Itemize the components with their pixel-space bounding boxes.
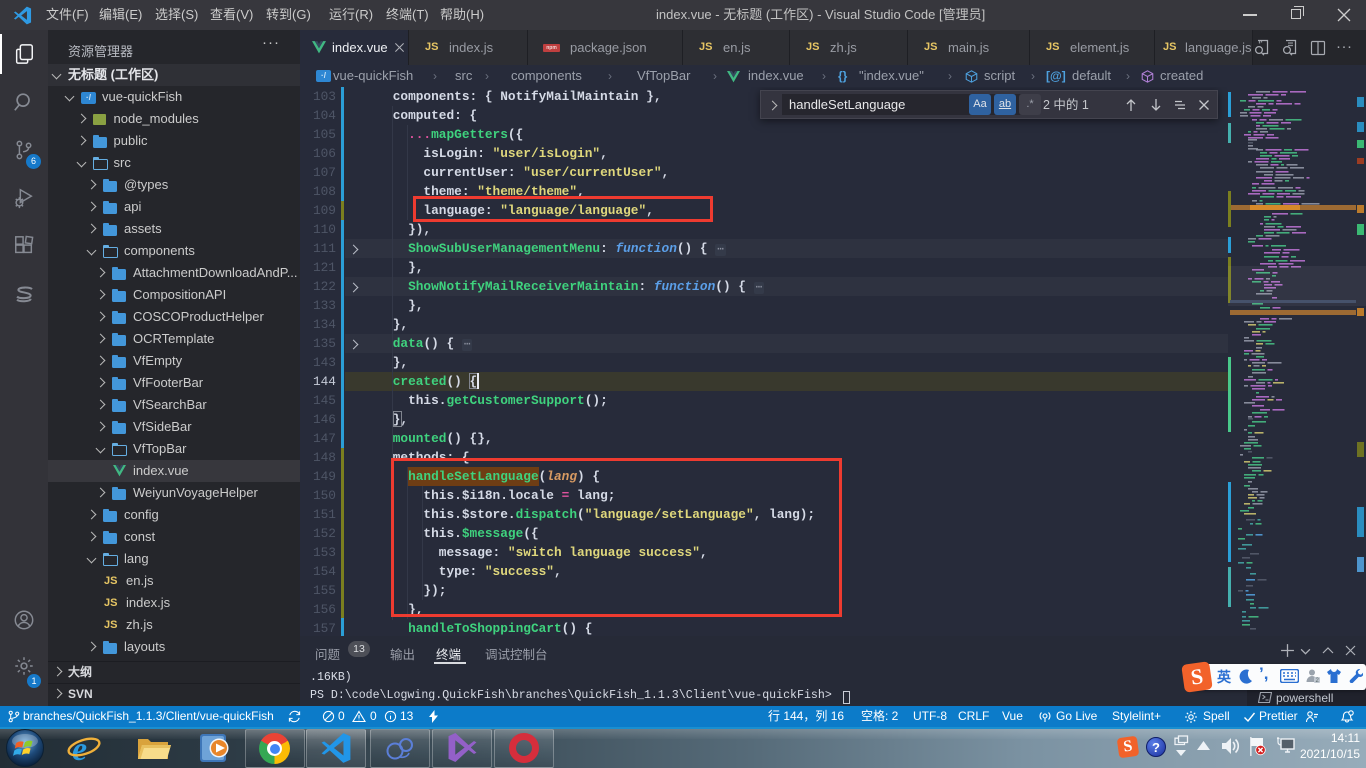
svg-text:e: e bbox=[72, 731, 87, 766]
